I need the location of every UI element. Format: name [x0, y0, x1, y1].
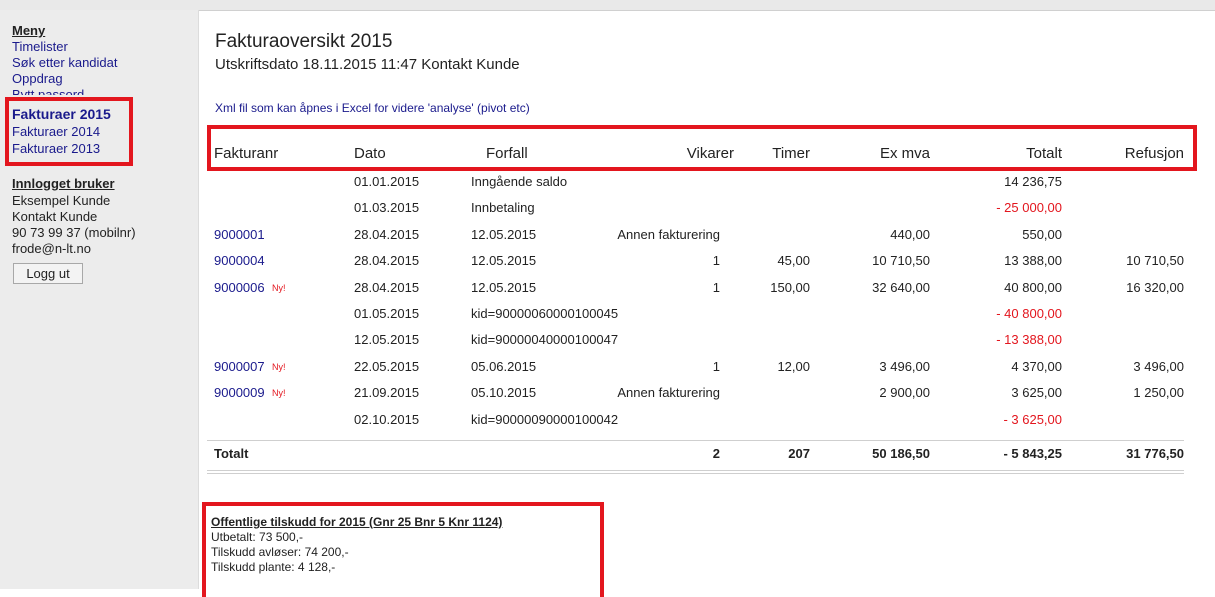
row-dato: 01.03.2015 — [354, 200, 420, 215]
row-totalt: - 25 000,00 — [996, 200, 1062, 215]
row-totalt: 550,00 — [1022, 227, 1062, 242]
col-header-forfall: Forfall — [486, 145, 528, 162]
totals-vikarer: 2 — [712, 446, 720, 461]
row-exmva: 32 640,00 — [872, 280, 930, 295]
row-forfall: 12.05.2015 — [471, 253, 537, 268]
row-forfall: 05.06.2015 — [471, 359, 537, 374]
totals-divider-top — [207, 440, 1184, 441]
subsidy-title: Offentlige tilskudd for 2015 (Gnr 25 Bnr… — [211, 515, 503, 529]
row-dato: 28.04.2015 — [354, 280, 420, 295]
row-dato: 28.04.2015 — [354, 227, 420, 242]
invoice-number-link[interactable]: 9000009 — [214, 385, 265, 400]
row-vikarer: 1 — [712, 359, 720, 374]
row-timer: 45,00 — [777, 253, 810, 268]
row-exmva: 3 496,00 — [879, 359, 930, 374]
row-refusjon: 3 496,00 — [1133, 359, 1184, 374]
row-refusjon: 10 710,50 — [1126, 253, 1184, 268]
totals-label: Totalt — [214, 446, 249, 461]
row-totalt: 14 236,75 — [1004, 174, 1062, 189]
totals-refusjon: 31 776,50 — [1126, 446, 1184, 461]
row-dato: 28.04.2015 — [354, 253, 420, 268]
totals-timer: 207 — [788, 446, 810, 461]
logout-button[interactable]: Logg ut — [13, 263, 83, 284]
col-header-dato: Dato — [354, 145, 386, 162]
menu-heading: Meny — [12, 23, 46, 38]
subsidy-avloser: Tilskudd avløser: 74 200,- — [211, 545, 349, 559]
row-vikarer: Annen fakturering — [617, 227, 720, 242]
row-forfall: Inngående saldo — [471, 174, 568, 189]
row-timer: 150,00 — [770, 280, 810, 295]
row-dato: 22.05.2015 — [354, 359, 420, 374]
row-totalt: 13 388,00 — [1004, 253, 1062, 268]
row-refusjon: 16 320,00 — [1126, 280, 1184, 295]
row-forfall: kid=90000060000100045 — [471, 306, 619, 321]
invoice-number-link[interactable]: 9000004 — [214, 253, 265, 268]
invoice-number-link[interactable]: 9000006 — [214, 280, 265, 295]
row-timer: 12,00 — [777, 359, 810, 374]
row-totalt: 3 625,00 — [1011, 385, 1062, 400]
row-totalt: 40 800,00 — [1004, 280, 1062, 295]
page-subtitle: Utskriftsdato 18.11.2015 11:47 Kontakt K… — [215, 56, 520, 73]
invoice-number-link[interactable]: 9000007 — [214, 359, 265, 374]
row-exmva: 2 900,00 — [879, 385, 930, 400]
row-forfall: 12.05.2015 — [471, 227, 537, 242]
row-refusjon: 1 250,00 — [1133, 385, 1184, 400]
subsidy-utbetalt: Utbetalt: 73 500,- — [211, 530, 304, 544]
highlight-invoice-menu — [5, 97, 133, 166]
row-totalt: - 40 800,00 — [996, 306, 1062, 321]
row-dato: 02.10.2015 — [354, 412, 420, 427]
row-totalt: 4 370,00 — [1011, 359, 1062, 374]
col-header-timer: Timer — [772, 145, 810, 162]
sidebar-item-oppdrag[interactable]: Oppdrag — [12, 71, 63, 86]
totals-divider-bottom-2 — [207, 473, 1184, 474]
row-vikarer: 1 — [712, 253, 720, 268]
totals-exmva: 50 186,50 — [872, 446, 930, 461]
xml-export-link[interactable]: Xml fil som kan åpnes i Excel for videre… — [215, 101, 530, 115]
col-header-vikarer: Vikarer — [686, 145, 734, 162]
col-header-exmva: Ex mva — [879, 145, 930, 162]
new-badge: Ny! — [272, 362, 286, 372]
row-forfall: 12.05.2015 — [471, 280, 537, 295]
row-forfall: 05.10.2015 — [471, 385, 537, 400]
row-vikarer: 1 — [712, 280, 720, 295]
row-forfall: Innbetaling — [471, 200, 535, 215]
totals-divider-bottom-1 — [207, 470, 1184, 471]
subsidy-plante: Tilskudd plante: 4 128,- — [211, 560, 336, 574]
user-phone: 90 73 99 37 (mobilnr) — [12, 225, 136, 240]
row-totalt: - 3 625,00 — [1003, 412, 1062, 427]
row-forfall: kid=90000090000100042 — [471, 412, 619, 427]
new-badge: Ny! — [272, 388, 286, 398]
sidebar-item-timelister[interactable]: Timelister — [12, 39, 68, 54]
invoice-number-link[interactable]: 9000001 — [214, 227, 265, 242]
row-vikarer: Annen fakturering — [617, 385, 720, 400]
totals-totalt: - 5 843,25 — [1003, 446, 1062, 461]
user-heading: Innlogget bruker — [12, 176, 115, 191]
row-dato: 12.05.2015 — [354, 332, 420, 347]
col-header-totalt: Totalt — [1026, 145, 1062, 162]
row-exmva: 440,00 — [890, 227, 930, 242]
user-contact: Kontakt Kunde — [12, 209, 98, 224]
user-name: Eksempel Kunde — [12, 193, 111, 208]
row-exmva: 10 710,50 — [872, 253, 930, 268]
row-dato: 21.09.2015 — [354, 385, 420, 400]
sidebar-item-bytt-passord[interactable]: Bytt passord — [12, 87, 84, 95]
row-dato: 01.05.2015 — [354, 306, 420, 321]
col-header-fakturanr: Fakturanr — [214, 145, 279, 162]
user-email: frode@n-lt.no — [12, 241, 91, 256]
page-title: Fakturaoversikt 2015 — [215, 31, 393, 52]
row-dato: 01.01.2015 — [354, 174, 420, 189]
row-totalt: - 13 388,00 — [996, 332, 1062, 347]
sidebar-item-sok-kandidat[interactable]: Søk etter kandidat — [12, 55, 118, 70]
new-badge: Ny! — [272, 283, 286, 293]
row-forfall: kid=90000040000100047 — [471, 332, 619, 347]
col-header-refusjon: Refusjon — [1124, 145, 1184, 162]
